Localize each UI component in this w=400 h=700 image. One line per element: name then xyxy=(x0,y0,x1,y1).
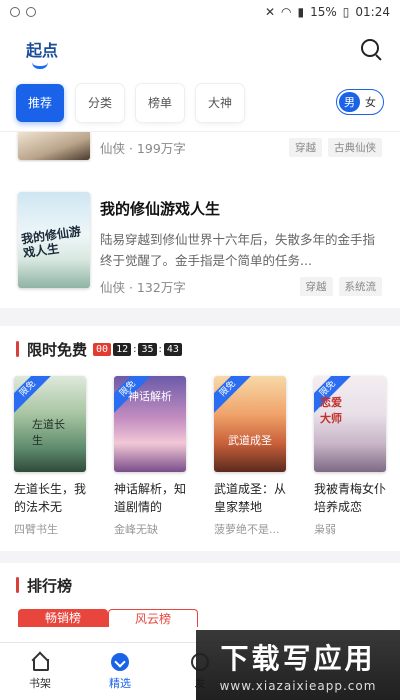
watermark-url: www.xiazaixieapp.com xyxy=(219,679,377,693)
notification-icon xyxy=(10,7,20,17)
free-book-title: 我被青梅女仆培养成恋 xyxy=(314,482,386,514)
free-book-item[interactable]: 限免 武道成圣 武道成圣：从皇家禁地 菠萝绝不是... xyxy=(214,376,286,537)
gender-toggle[interactable]: 男 女 xyxy=(336,89,384,115)
countdown-timer: 00 12 : 35 : 43 xyxy=(93,342,182,356)
mute-icon: ✕ xyxy=(264,5,276,19)
free-book-item[interactable]: 限免 左道长生 左道长生，我的法术无 四臂书生 xyxy=(14,376,86,537)
timer-hours: 12 xyxy=(113,342,132,356)
timer-minutes: 35 xyxy=(138,342,157,356)
app-title[interactable]: 起点 xyxy=(26,37,58,69)
status-bar: ✕ ◠ ▮ 15% ▯ 01:24 xyxy=(0,0,400,24)
free-book-author: 菠萝绝不是... xyxy=(214,523,280,536)
free-ribbon: 限免 xyxy=(14,376,53,414)
free-book-cover-title: 恋爱大师 xyxy=(320,396,342,425)
clock: 01:24 xyxy=(355,5,390,19)
featured-icon xyxy=(111,652,129,671)
watermark-title: 下载写应用 xyxy=(220,642,376,675)
book-title: 我的修仙游戏人生 xyxy=(100,200,221,218)
tab-recommend[interactable]: 推荐 xyxy=(16,83,65,122)
free-book-item[interactable]: 限免 恋爱大师 我被青梅女仆培养成恋 枭弱 xyxy=(314,376,386,537)
rank-section-header: 排行榜 xyxy=(0,563,400,607)
free-section-header: 限时免费 00 12 : 35 : 43 xyxy=(0,326,400,372)
gender-female-option[interactable]: 女 xyxy=(360,92,381,112)
timer-days: 00 xyxy=(93,342,112,356)
section-marker xyxy=(16,341,19,357)
book-tag: 古典仙侠 xyxy=(328,138,382,157)
battery-icon: ▯ xyxy=(342,5,350,19)
free-book-cover: 限免 神话解析 xyxy=(114,376,186,472)
book-info-partial: 仙侠 · 199万字 穿越 古典仙侠 xyxy=(100,132,382,162)
timer-seconds: 43 xyxy=(163,342,182,356)
book-cover-title: 我的修仙游戏人生 xyxy=(20,224,82,261)
bookshelf-icon xyxy=(31,653,49,671)
timer-sep: : xyxy=(133,343,137,355)
status-right: ✕ ◠ ▮ 15% ▯ 01:24 xyxy=(265,5,390,19)
status-left xyxy=(10,7,36,17)
book-meta-partial: 仙侠 · 199万字 穿越 古典仙侠 xyxy=(100,138,382,157)
section-marker xyxy=(16,577,19,593)
category-tabs: 推荐 分类 榜单 大神 男 女 xyxy=(0,74,400,132)
book-tags: 穿越 古典仙侠 xyxy=(289,138,382,157)
search-icon[interactable] xyxy=(360,38,382,60)
book-tag: 穿越 xyxy=(299,277,333,296)
book-tag: 穿越 xyxy=(289,138,322,157)
app-header: 起点 xyxy=(0,24,400,74)
book-meta-text: 仙侠 · 199万字 xyxy=(100,141,186,156)
free-book-author: 枭弱 xyxy=(314,523,336,536)
book-item[interactable]: 我的修仙游戏人生 我的修仙游戏人生 陆易穿越到修仙世界十六年后，失散多年的金手指… xyxy=(0,192,400,296)
free-book-cover: 限免 恋爱大师 xyxy=(314,376,386,472)
free-book-title: 武道成圣：从皇家禁地 xyxy=(214,482,286,514)
free-book-title: 神话解析，知道剧情的 xyxy=(114,482,186,514)
book-tags: 穿越 系统流 xyxy=(299,277,382,296)
tab-category[interactable]: 分类 xyxy=(76,83,125,122)
free-ribbon: 限免 xyxy=(214,376,253,414)
book-meta: 仙侠 · 132万字 穿越 系统流 xyxy=(100,277,382,296)
book-description: 陆易穿越到修仙世界十六年后，失散多年的金手指终于觉醒了。金手指是个简单的任务..… xyxy=(100,232,376,268)
nav-featured[interactable]: 精选 xyxy=(80,643,160,700)
free-book-author: 金峰无缺 xyxy=(114,523,158,536)
free-book-author: 四臂书生 xyxy=(14,523,58,536)
free-book-cover: 限免 武道成圣 xyxy=(214,376,286,472)
book-info: 我的修仙游戏人生 陆易穿越到修仙世界十六年后，失散多年的金手指终于觉醒了。金手指… xyxy=(100,192,382,296)
battery-level: 15% xyxy=(310,5,337,19)
book-cover-partial xyxy=(18,132,90,160)
book-item-partial[interactable]: 仙侠 · 199万字 穿越 古典仙侠 xyxy=(0,132,400,162)
free-section-title: 限时免费 xyxy=(27,340,88,359)
nav-label: 书架 xyxy=(29,676,51,690)
watermark-logo: 下载写应用 www.xiazaixieapp.com xyxy=(196,630,400,700)
tab-masters[interactable]: 大神 xyxy=(196,83,245,122)
book-meta-text: 仙侠 · 132万字 xyxy=(100,280,186,295)
free-book-item[interactable]: 限免 神话解析 神话解析，知道剧情的 金峰无缺 xyxy=(114,376,186,537)
gender-male-option[interactable]: 男 xyxy=(339,92,360,112)
rank-section-title: 排行榜 xyxy=(27,576,73,595)
book-cover: 我的修仙游戏人生 xyxy=(18,192,90,288)
free-book-title: 左道长生，我的法术无 xyxy=(14,482,86,514)
book-tag: 系统流 xyxy=(338,277,382,296)
cloud-icon xyxy=(26,7,36,17)
tab-ranking[interactable]: 榜单 xyxy=(136,83,185,122)
rank-tab-trending[interactable]: 风云榜 xyxy=(108,609,198,627)
nav-bookshelf[interactable]: 书架 xyxy=(0,643,80,700)
free-book-cover-title: 武道成圣 xyxy=(228,434,272,447)
free-book-cover-title: 左道长生 xyxy=(32,418,65,447)
free-section: 限时免费 00 12 : 35 : 43 限免 左道长生 左道长生，我的法术无 … xyxy=(0,326,400,551)
free-book-cover-title: 神话解析 xyxy=(128,390,172,403)
rank-tabs: 畅销榜 风云榜 xyxy=(0,609,400,627)
book-list: 仙侠 · 199万字 穿越 古典仙侠 我的修仙游戏人生 我的修仙游戏人生 陆易穿… xyxy=(0,132,400,308)
nav-label: 精选 xyxy=(109,676,131,690)
free-book-cover: 限免 左道长生 xyxy=(14,376,86,472)
wifi-icon: ◠ xyxy=(281,5,292,19)
free-book-list: 限免 左道长生 左道长生，我的法术无 四臂书生 限免 神话解析 神话解析，知道剧… xyxy=(0,372,400,537)
timer-sep: : xyxy=(158,343,162,355)
rank-tab-bestseller[interactable]: 畅销榜 xyxy=(18,609,108,627)
signal-icon: ▮ xyxy=(297,5,305,19)
